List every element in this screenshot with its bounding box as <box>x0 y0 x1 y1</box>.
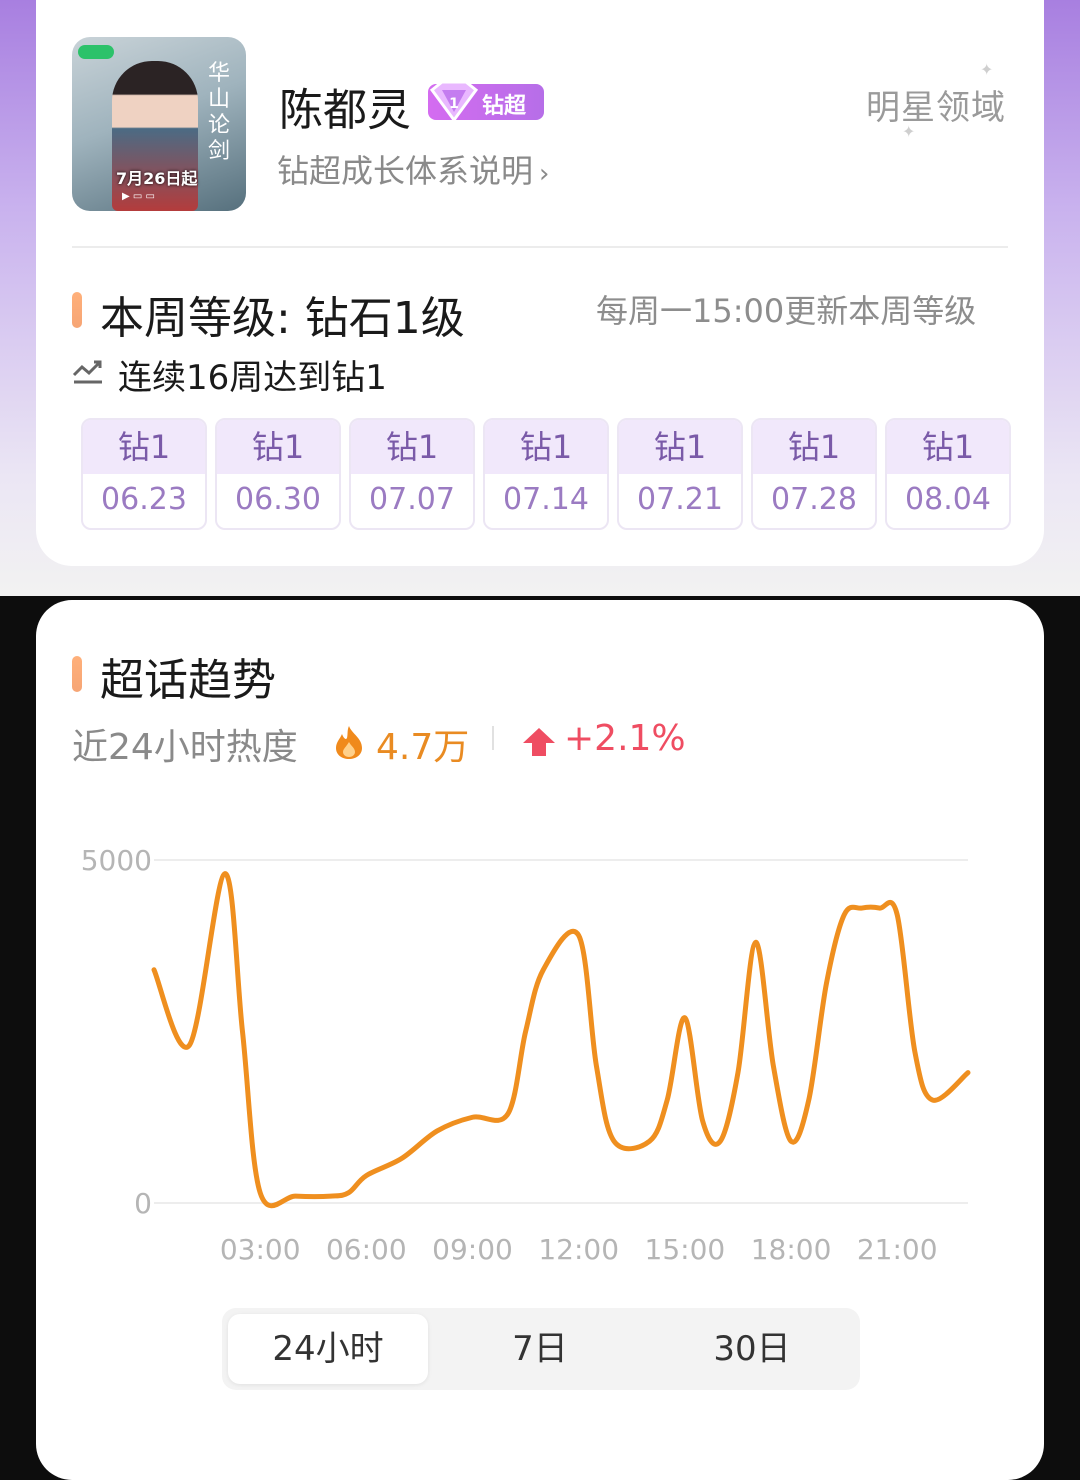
x-tick-label: 09:00 <box>432 1233 513 1266</box>
week-date: 06.23 <box>101 482 187 517</box>
star-domain-label[interactable]: 明星领域 <box>866 80 1006 129</box>
diamond-tag: 1 钻超 <box>428 80 544 123</box>
flame-icon <box>336 726 362 759</box>
svg-text:1: 1 <box>449 96 459 112</box>
poster-date: 7月26日起 <box>116 169 198 188</box>
platform-badge <box>78 45 114 59</box>
trend-card: 超话趋势 近24小时热度 4.7万 +2.1% 0 5000 03:00 06:00… <box>36 600 1044 1480</box>
section-accent-bar <box>72 656 82 692</box>
week-level: 钻1 <box>753 420 875 474</box>
trend-up-icon <box>72 360 102 384</box>
update-note: 每周一15:00更新本周等级 <box>596 292 977 330</box>
poster-footer: ▶ ▭ ▭ <box>122 191 155 202</box>
week-item[interactable]: 钻1 07.28 <box>751 418 877 530</box>
tag-label: 钻超 <box>482 94 527 119</box>
sparkle-icon: ✦ <box>980 60 994 79</box>
week-date: 08.04 <box>905 482 991 517</box>
x-tick-label: 15:00 <box>645 1233 726 1266</box>
arrow-up-icon <box>523 728 555 756</box>
tab-30d[interactable]: 30日 <box>652 1314 852 1384</box>
week-item[interactable]: 钻1 07.21 <box>617 418 743 530</box>
week-level: 钻1 <box>619 420 741 474</box>
week-level: 钻1 <box>83 420 205 474</box>
week-date: 07.21 <box>637 482 723 517</box>
week-date: 07.07 <box>369 482 455 517</box>
heat-change: +2.1% <box>564 718 686 759</box>
series-line <box>151 871 971 1209</box>
heat-label: 近24小时热度 <box>72 727 298 768</box>
week-date: 07.14 <box>503 482 589 517</box>
week-level: 钻1 <box>887 420 1009 474</box>
divider <box>492 726 494 750</box>
week-date: 07.28 <box>771 482 857 517</box>
trend-chart: 0 5000 03:00 06:00 09:00 12:00 15:00 18:00 21:0… <box>81 844 971 1266</box>
level-card: 华山论剑 7月26日起 ▶ ▭ ▭ 陈都灵 1 钻超 钻超成长体系说明 › 明星领… <box>36 0 1044 566</box>
star-name: 陈都灵 <box>279 85 411 136</box>
streak-text: 连续16周达到钻1 <box>118 358 387 398</box>
diamond-icon: 1 <box>429 80 479 123</box>
week-item[interactable]: 钻1 06.23 <box>81 418 207 530</box>
x-tick-label: 18:00 <box>751 1233 832 1266</box>
trend-title: 超话趋势 <box>100 655 276 706</box>
week-history: 钻1 06.23 钻1 06.30 钻1 07.07 钻1 07.14 钻1 0… <box>81 418 1011 530</box>
week-level: 钻1 <box>217 420 339 474</box>
sparkle-icon: ✦ <box>902 122 916 141</box>
week-date: 06.30 <box>235 482 321 517</box>
week-level: 钻1 <box>485 420 607 474</box>
tab-7d[interactable]: 7日 <box>440 1314 640 1384</box>
week-item[interactable]: 钻1 07.14 <box>483 418 609 530</box>
chevron-right-icon: › <box>539 159 550 189</box>
growth-system-link[interactable]: 钻超成长体系说明 › <box>277 146 549 192</box>
y-tick-label: 5000 <box>81 844 152 877</box>
y-tick-label: 0 <box>134 1187 152 1220</box>
tab-24h[interactable]: 24小时 <box>228 1314 428 1384</box>
week-item[interactable]: 钻1 07.07 <box>349 418 475 530</box>
divider <box>72 246 1008 248</box>
x-tick-label: 12:00 <box>538 1233 619 1266</box>
week-item[interactable]: 钻1 06.30 <box>215 418 341 530</box>
x-tick-label: 06:00 <box>326 1233 407 1266</box>
weekly-level-title: 本周等级: 钻石1级 <box>100 293 465 344</box>
x-tick-label: 03:00 <box>220 1233 301 1266</box>
avatar[interactable]: 华山论剑 7月26日起 ▶ ▭ ▭ <box>72 37 246 211</box>
week-level: 钻1 <box>351 420 473 474</box>
heat-value: 4.7万 <box>376 727 470 768</box>
section-accent-bar <box>72 292 82 328</box>
poster-calligraphy: 华山论剑 <box>207 61 230 164</box>
x-tick-label: 21:00 <box>857 1233 938 1266</box>
growth-link-label: 钻超成长体系说明 <box>277 152 534 190</box>
range-tabs: 24小时 7日 30日 <box>222 1308 860 1390</box>
week-item[interactable]: 钻1 08.04 <box>885 418 1011 530</box>
